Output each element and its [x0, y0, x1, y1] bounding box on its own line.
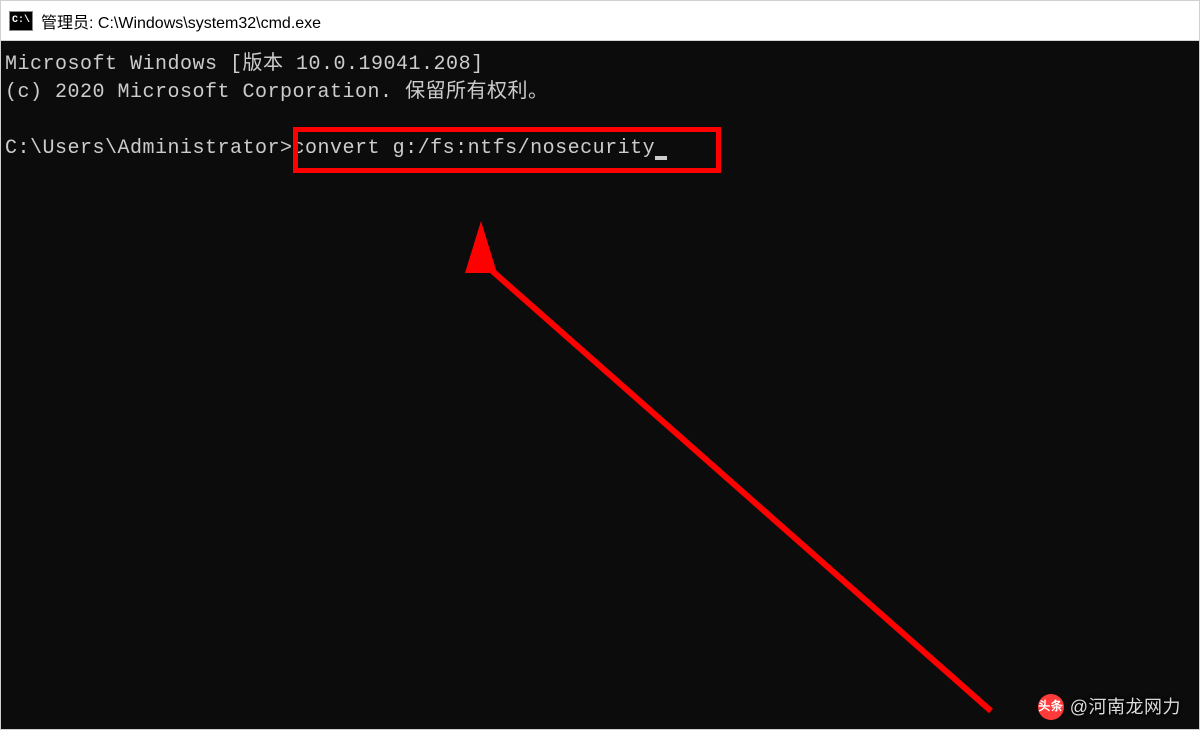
- cmd-window: C:\ 管理员: C:\Windows\system32\cmd.exe Mic…: [0, 0, 1200, 730]
- titlebar[interactable]: C:\ 管理员: C:\Windows\system32\cmd.exe: [1, 1, 1199, 41]
- watermark: 头条 @河南龙网力: [1038, 693, 1181, 721]
- command-text: convert g:/fs:ntfs/nosecurity: [293, 137, 656, 160]
- window-title: 管理员: C:\Windows\system32\cmd.exe: [41, 9, 321, 33]
- terminal-line-copyright: (c) 2020 Microsoft Corporation. 保留所有权利。: [1, 79, 1199, 107]
- prompt-text: C:\Users\Administrator>: [5, 137, 293, 160]
- cmd-icon: C:\: [9, 11, 33, 31]
- terminal-prompt-line: C:\Users\Administrator>convert g:/fs:ntf…: [1, 135, 1199, 163]
- arrow-annotation-icon: [441, 211, 1041, 731]
- terminal-area[interactable]: Microsoft Windows [版本 10.0.19041.208] (c…: [1, 41, 1199, 729]
- watermark-text: @河南龙网力: [1070, 693, 1181, 721]
- watermark-logo-icon: 头条: [1038, 694, 1064, 720]
- terminal-line-version: Microsoft Windows [版本 10.0.19041.208]: [1, 51, 1199, 79]
- cursor-icon: [655, 156, 667, 160]
